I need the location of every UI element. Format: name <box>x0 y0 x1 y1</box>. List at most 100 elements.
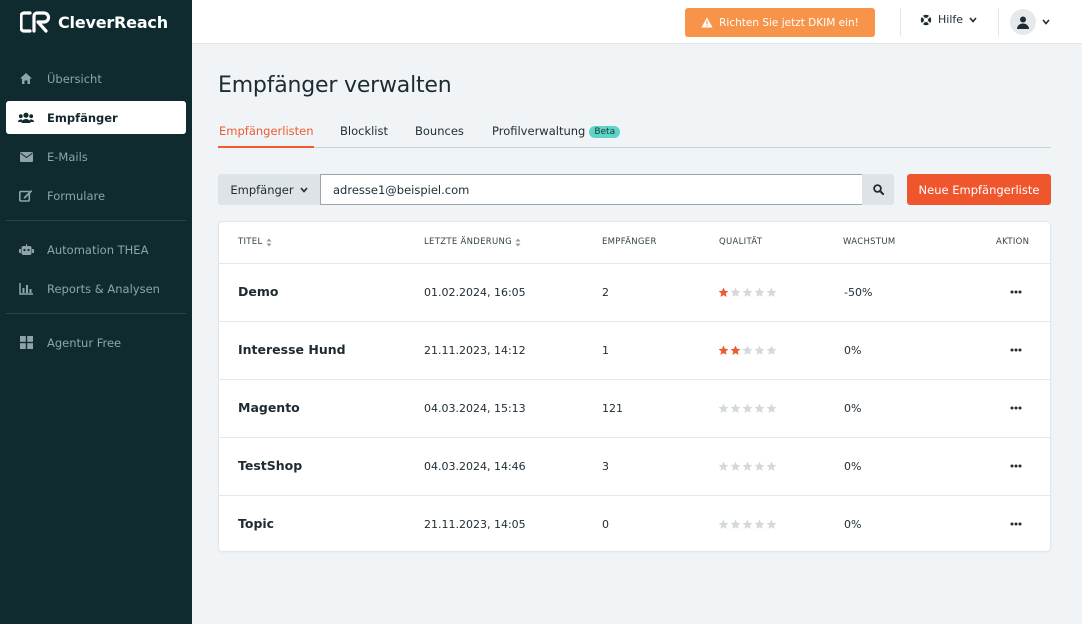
star-empty-icon <box>718 403 729 413</box>
tab-label: Blocklist <box>340 124 388 138</box>
search-row: Empfänger Neue Empfängerliste <box>218 174 1051 205</box>
list-growth: 0% <box>844 518 862 531</box>
dkim-setup-button[interactable]: Richten Sie jetzt DKIM ein! <box>685 8 875 37</box>
column-header-titel[interactable]: TITEL <box>238 237 272 247</box>
column-header-letzte-aenderung[interactable]: LETZTE ÄNDERUNG <box>424 237 521 247</box>
user-menu[interactable] <box>1010 9 1050 35</box>
tab-empfaengerlisten[interactable]: Empfängerlisten <box>219 124 314 138</box>
help-label: Hilfe <box>938 13 964 26</box>
row-actions-button[interactable] <box>1008 516 1024 532</box>
table-row[interactable]: TestShop 04.03.2024, 14:46 3 0% <box>219 438 1050 496</box>
chevron-down-icon <box>1042 19 1050 25</box>
list-recipient-count: 0 <box>602 518 609 531</box>
star-empty-icon <box>742 461 753 471</box>
page-title: Empfänger verwalten <box>218 73 452 98</box>
help-menu[interactable]: Hilfe <box>920 13 977 26</box>
cleverreach-logo-icon <box>20 11 51 33</box>
tab-label: Profilverwaltung <box>492 124 586 138</box>
star-filled-icon <box>718 287 729 297</box>
active-tab-indicator <box>218 146 314 148</box>
tab-profilverwaltung[interactable]: Profilverwaltung Beta <box>492 124 621 138</box>
list-title[interactable]: Magento <box>238 400 300 415</box>
star-empty-icon <box>766 403 777 413</box>
list-growth: 0% <box>844 402 862 415</box>
brand-logo[interactable]: CleverReach <box>20 10 168 34</box>
table-row[interactable]: Magento 04.03.2024, 15:13 121 0% <box>219 380 1050 438</box>
topbar-divider <box>900 8 901 36</box>
tab-bounces[interactable]: Bounces <box>415 124 464 138</box>
star-filled-icon <box>718 345 729 355</box>
sidebar-item-formulare[interactable]: Formulare <box>6 179 186 212</box>
list-recipient-count: 121 <box>602 402 623 415</box>
tab-label: Bounces <box>415 124 464 138</box>
tab-blocklist[interactable]: Blocklist <box>340 124 388 138</box>
table-row[interactable]: Demo 01.02.2024, 16:05 2 -50% <box>219 264 1050 322</box>
star-empty-icon <box>730 403 741 413</box>
list-growth: -50% <box>844 286 873 299</box>
lifebuoy-icon <box>920 14 932 25</box>
search-scope-select[interactable]: Empfänger <box>218 174 320 205</box>
star-empty-icon <box>754 345 765 355</box>
list-title[interactable]: Topic <box>238 516 274 531</box>
star-empty-icon <box>766 345 777 355</box>
more-horizontal-icon <box>1010 348 1022 352</box>
new-list-button[interactable]: Neue Empfängerliste <box>907 174 1051 205</box>
sidebar-item-label: Reports & Analysen <box>47 281 160 296</box>
list-last-changed: 21.11.2023, 14:05 <box>424 518 526 531</box>
list-last-changed: 01.02.2024, 16:05 <box>424 286 526 299</box>
quality-rating <box>718 403 777 414</box>
quality-rating <box>718 345 777 356</box>
envelope-icon <box>18 149 34 165</box>
column-label: LETZTE ÄNDERUNG <box>424 237 513 247</box>
star-empty-icon <box>742 345 753 355</box>
sidebar-item-emails[interactable]: E-Mails <box>6 140 186 173</box>
star-empty-icon <box>742 287 753 297</box>
list-title[interactable]: Interesse Hund <box>238 342 346 357</box>
row-actions-button[interactable] <box>1008 342 1024 358</box>
list-recipient-count: 3 <box>602 460 609 473</box>
row-actions-button[interactable] <box>1008 400 1024 416</box>
sidebar-item-reports[interactable]: Reports & Analysen <box>6 272 186 305</box>
list-title[interactable]: Demo <box>238 284 278 299</box>
sidebar-item-empfaenger[interactable]: Empfänger <box>6 101 186 134</box>
sidebar-item-agentur[interactable]: Agentur Free <box>6 326 186 359</box>
search-scope-label: Empfänger <box>230 182 294 197</box>
sidebar-divider <box>6 313 186 314</box>
chevron-down-icon <box>300 186 308 193</box>
search-button[interactable] <box>862 174 894 205</box>
column-header-aktion: AKTION <box>996 237 1029 247</box>
row-actions-button[interactable] <box>1008 284 1024 300</box>
sidebar-item-label: Übersicht <box>47 71 102 86</box>
star-empty-icon <box>766 287 777 297</box>
table-row[interactable]: Interesse Hund 21.11.2023, 14:12 1 0% <box>219 322 1050 380</box>
table-row[interactable]: Topic 21.11.2023, 14:05 0 0% <box>219 496 1050 554</box>
column-label: WACHSTUM <box>843 237 896 247</box>
star-empty-icon <box>742 519 753 529</box>
sidebar-item-label: Automation THEA <box>47 242 149 257</box>
column-label: AKTION <box>996 237 1030 247</box>
column-header-qualitaet: QUALITÄT <box>719 237 762 247</box>
beta-badge: Beta <box>589 126 621 138</box>
user-icon <box>1017 16 1029 29</box>
dkim-setup-label: Richten Sie jetzt DKIM ein! <box>719 16 859 29</box>
star-empty-icon <box>730 287 741 297</box>
star-empty-icon <box>730 461 741 471</box>
search-input[interactable] <box>320 174 863 205</box>
robot-icon <box>18 242 34 258</box>
row-actions-button[interactable] <box>1008 458 1024 474</box>
list-recipient-count: 2 <box>602 286 609 299</box>
sidebar: CleverReach Übersicht Empfänger E-Mails … <box>0 0 192 624</box>
sidebar-item-automation-thea[interactable]: Automation THEA <box>6 233 186 266</box>
list-growth: 0% <box>844 344 862 357</box>
tab-bar: Empfängerlisten Blocklist Bounces Profil… <box>218 116 1051 148</box>
home-icon <box>18 71 34 87</box>
avatar <box>1010 9 1036 35</box>
column-header-empfaenger: EMPFÄNGER <box>602 237 657 247</box>
sidebar-item-uebersicht[interactable]: Übersicht <box>6 62 186 95</box>
sidebar-divider <box>6 220 186 221</box>
star-empty-icon <box>754 461 765 471</box>
more-horizontal-icon <box>1010 406 1022 410</box>
star-empty-icon <box>766 461 777 471</box>
list-title[interactable]: TestShop <box>238 458 302 473</box>
star-filled-icon <box>730 345 741 355</box>
